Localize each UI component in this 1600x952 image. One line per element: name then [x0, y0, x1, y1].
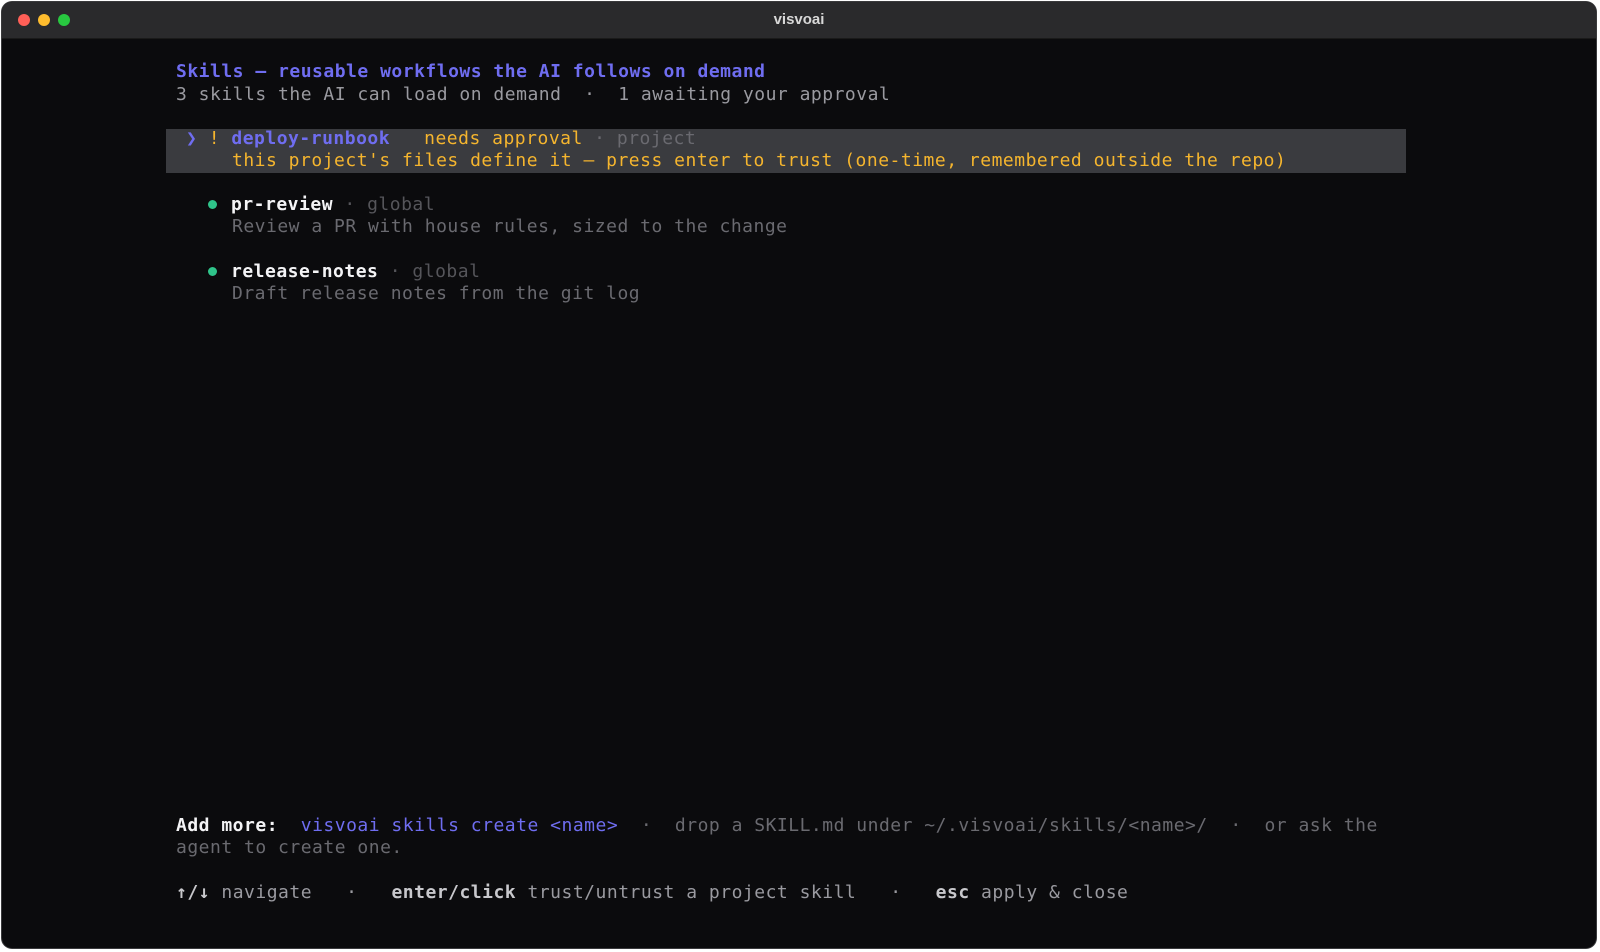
navigate-action: navigate: [221, 882, 313, 903]
navigate-key: ↑/↓: [176, 882, 211, 903]
drop-skill-hint: drop a SKILL.md under ~/.visvoai/skills/…: [674, 815, 1208, 836]
separator: ·: [1230, 815, 1242, 836]
ask-agent-hint: or ask the: [1264, 815, 1378, 836]
skill-name: deploy-runbook: [231, 128, 391, 149]
trust-key: enter/click: [391, 882, 517, 903]
create-command: visvoai skills create <name>: [300, 815, 619, 836]
escape-key: esc: [935, 882, 970, 903]
trust-action: trust/untrust a project skill: [527, 882, 857, 903]
selection-caret-icon: ❯: [186, 128, 198, 149]
skill-item-pr-review[interactable]: pr-review · global: [208, 194, 435, 216]
skill-name: release-notes: [231, 261, 379, 282]
ask-agent-hint-continued: agent to create one.: [176, 837, 403, 858]
keybinding-bar: ↑/↓ navigate · enter/click trust/untrust…: [176, 882, 1128, 904]
window-title: visvoai: [773, 11, 825, 28]
add-more-label: Add more:: [176, 815, 279, 836]
separator: ·: [890, 882, 902, 903]
skill-scope: global: [367, 194, 436, 215]
skill-description: Review a PR with house rules, sized to t…: [232, 216, 788, 237]
skill-name: pr-review: [231, 194, 334, 215]
pending-approval-text: 1 awaiting your approval: [618, 84, 891, 105]
skill-scope: global: [412, 261, 481, 282]
page-title: Skills — reusable workflows the AI follo…: [176, 61, 766, 82]
close-action: apply & close: [981, 882, 1129, 903]
trusted-status-dot-icon: [208, 266, 217, 276]
trusted-status-dot-icon: [208, 199, 217, 209]
skill-item-release-notes[interactable]: release-notes · global: [208, 261, 480, 283]
skill-description: this project's files define it — press e…: [232, 150, 1287, 171]
separator: ·: [346, 882, 358, 903]
separator: ·: [389, 261, 402, 282]
separator: ·: [344, 194, 356, 215]
separator: ·: [594, 128, 606, 149]
terminal-window: visvoai Skills — reusable workflows the …: [2, 2, 1596, 948]
title-bar: visvoai: [2, 2, 1596, 39]
skill-description: Draft release notes from the git log: [232, 283, 641, 304]
skills-summary: 3 skills the AI can load on demand · 1 a…: [176, 84, 890, 106]
approval-status: needs approval: [424, 128, 583, 149]
terminal-content: Skills — reusable workflows the AI follo…: [10, 39, 1588, 941]
skill-scope: project: [616, 128, 697, 149]
separator: ·: [584, 84, 596, 105]
add-more-hint: Add more: visvoai skills create <name> ·…: [176, 815, 1378, 837]
warning-flag-icon: !: [208, 128, 221, 149]
skills-count-text: 3 skills the AI can load on demand: [176, 84, 562, 105]
skill-row-header[interactable]: ❯ ! deploy-runbook needs approval · proj…: [186, 128, 696, 150]
separator: ·: [640, 815, 653, 836]
